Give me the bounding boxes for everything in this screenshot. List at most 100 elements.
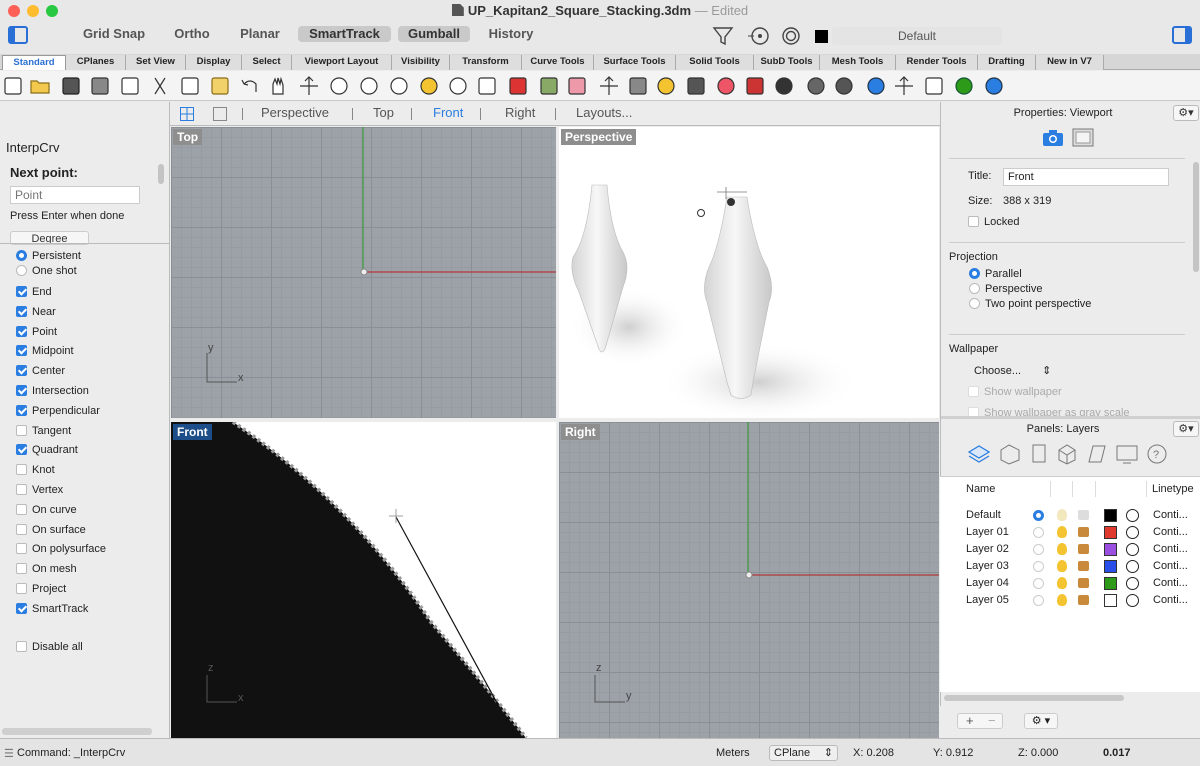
perspective-viewport[interactable]: Perspective [559,127,939,418]
layer-color-swatch[interactable] [1104,526,1117,539]
osnap-intersection-checkbox[interactable]: Intersection [16,385,89,399]
osnap-on-mesh-checkbox[interactable]: On mesh [16,563,77,577]
layers-horizontal-scrollbar[interactable] [944,695,1124,701]
current-layer-selector[interactable]: Default [832,27,1002,45]
gumball-toggle[interactable]: Gumball [398,26,470,42]
layer-row[interactable]: Layer 03 Conti... [940,558,1200,575]
layers-col-name[interactable]: Name [966,483,995,495]
tab-visibility[interactable]: Visibility [392,55,450,70]
osnap-midpoint-checkbox[interactable]: Midpoint [16,345,74,359]
material-circle-icon[interactable] [1126,594,1139,607]
zoom-extents-icon[interactable] [389,76,409,96]
current-layer-radio-icon[interactable] [1033,595,1044,606]
locked-checkbox[interactable]: Locked [968,216,1019,228]
undo-icon[interactable] [240,76,260,96]
visibility-bulb-icon[interactable] [1057,526,1067,538]
tab-subd-tools[interactable]: SubD Tools [754,55,820,70]
analyze-icon[interactable] [894,76,914,96]
four-viewport-layout-icon[interactable] [180,107,194,121]
print-icon[interactable] [90,76,110,96]
rotate-view-icon[interactable] [299,76,319,96]
lock-icon[interactable] [1078,561,1089,571]
pan-icon[interactable] [268,76,288,96]
osnap-target-icon[interactable] [748,25,772,47]
lock-icon[interactable] [1078,510,1089,520]
layer-row[interactable]: Layer 05 Conti... [940,592,1200,609]
material-circle-icon[interactable] [1126,560,1139,573]
panel-splitter[interactable] [941,416,1200,419]
units-label[interactable]: Meters [716,747,750,759]
lock-icon[interactable] [628,76,648,96]
tab-front[interactable]: Front [433,105,463,120]
visibility-bulb-icon[interactable] [1057,509,1067,521]
tab-transform[interactable]: Transform [450,55,522,70]
osnap-end-checkbox[interactable]: End [16,286,52,300]
dimension-icon[interactable] [924,76,944,96]
tab-cplanes[interactable]: CPlanes [66,55,126,70]
zoom-window-icon[interactable] [359,76,379,96]
grid-icon[interactable] [477,76,497,96]
tab-top[interactable]: Top [373,105,394,120]
tab-display[interactable]: Display [186,55,242,70]
tab-set-view[interactable]: Set View [126,55,186,70]
tab-right[interactable]: Right [505,105,535,120]
layers-options-button[interactable]: ⚙▾ [1173,421,1199,437]
wallpaper-choose-select[interactable]: Choose... ⇕ [974,364,1051,377]
pick-points-icon[interactable] [567,76,587,96]
current-layer-radio-icon[interactable] [1033,527,1044,538]
command-history-icon[interactable]: ☰ [4,747,14,760]
viewport-title-field[interactable]: Front [1003,168,1169,186]
layer-linetype[interactable]: Conti... [1153,577,1188,589]
grasshopper-icon[interactable] [954,76,974,96]
projection-parallel-radio[interactable]: Parallel [969,268,1022,280]
tab-curve-tools[interactable]: Curve Tools [522,55,594,70]
layer-name[interactable]: Layer 04 [966,577,1009,589]
material-circle-icon[interactable] [1126,577,1139,590]
copy-icon[interactable] [120,76,140,96]
car-icon[interactable] [508,76,528,96]
layer-color-swatch[interactable] [1104,594,1117,607]
add-layer-button[interactable]: + [966,714,974,728]
bake-icon[interactable] [539,76,559,96]
right-sidebar-toggle-icon[interactable] [1172,26,1192,44]
layer-row[interactable]: Layer 02 Conti... [940,541,1200,558]
visibility-bulb-icon[interactable] [1057,594,1067,606]
command-line[interactable]: Command: _InterpCrv [17,747,125,759]
blue-sphere-icon[interactable] [866,76,886,96]
render-icon[interactable] [834,76,854,96]
osnap-persistent-radio[interactable]: Persistent [16,250,81,264]
projection-perspective-radio[interactable]: Perspective [969,283,1042,295]
osnap-on-surface-checkbox[interactable]: On surface [16,523,86,538]
osnap-on-polysurface-checkbox[interactable]: On polysurface [16,543,106,557]
show-wallpaper-gray-checkbox[interactable]: Show wallpaper as gray scale [968,407,1130,416]
layer-color-swatch[interactable] [1104,543,1117,556]
tab-surface-tools[interactable]: Surface Tools [594,55,676,70]
layer-color-icon[interactable] [745,76,765,96]
properties-options-button[interactable]: ⚙▾ [1173,105,1199,121]
left-sidebar-toggle-icon[interactable] [8,26,28,44]
osnap-on-curve-checkbox[interactable]: On curve [16,503,77,518]
layer-linetype[interactable]: Conti... [1153,560,1188,572]
osnap-quadrant-checkbox[interactable]: Quadrant [16,444,78,458]
projection-two-point-perspective-radio[interactable]: Two point perspective [969,298,1091,310]
layer-color-swatch[interactable] [1104,577,1117,590]
record-history-icon[interactable] [779,25,803,47]
ortho-toggle[interactable]: Ortho [166,26,218,42]
duplicate-icon[interactable] [180,76,200,96]
paste-icon[interactable] [210,76,230,96]
layer-name[interactable]: Layer 02 [966,543,1009,555]
lock-icon[interactable] [1078,578,1089,588]
point-input[interactable] [10,186,140,204]
layer-row[interactable]: Layer 01 Conti... [940,524,1200,541]
tab-perspective[interactable]: Perspective [261,105,329,120]
layers-col-linetype[interactable]: Linetype [1152,483,1194,495]
current-layer-radio-icon[interactable] [1033,578,1044,589]
tab-render-tools[interactable]: Render Tools [896,55,978,70]
tab-new-in-v7[interactable]: New in V7 [1036,55,1104,70]
layer-name[interactable]: Default [966,509,1001,521]
osnap-point-checkbox[interactable]: Point [16,325,57,340]
hide-icon[interactable] [686,76,706,96]
layer-linetype[interactable]: Conti... [1153,509,1188,521]
planar-toggle[interactable]: Planar [232,26,288,42]
lock-icon[interactable] [1078,595,1089,605]
